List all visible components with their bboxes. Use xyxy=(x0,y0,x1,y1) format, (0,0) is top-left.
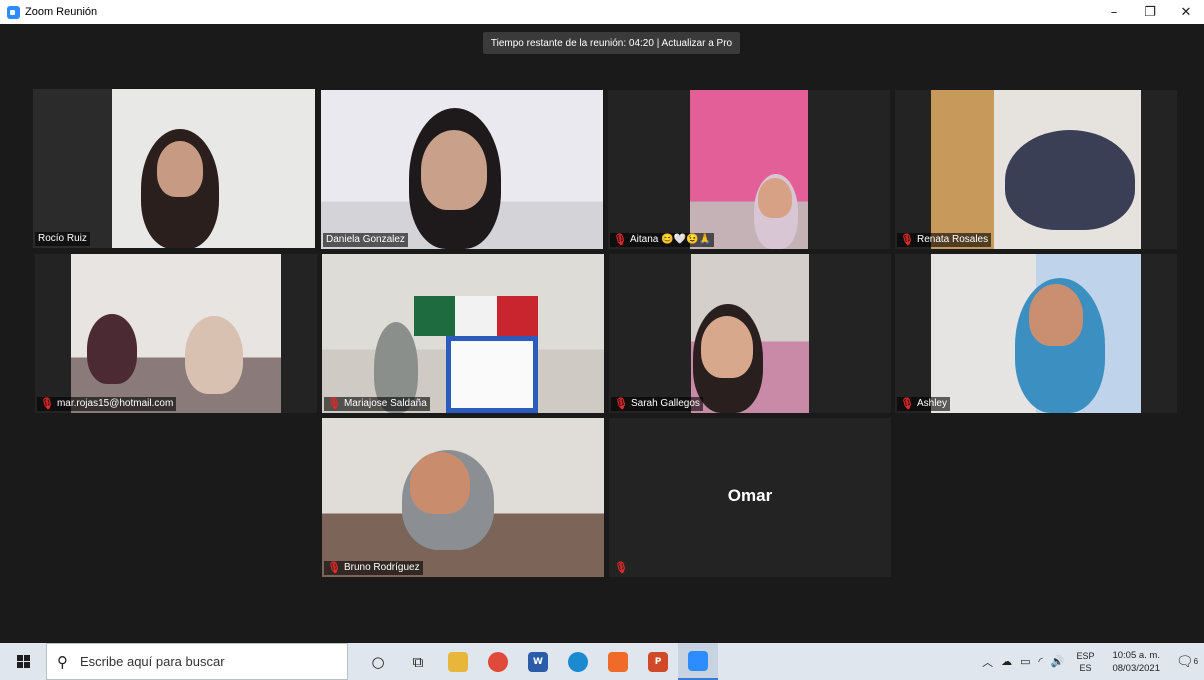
zoom-icon[interactable] xyxy=(678,643,718,680)
participant-face xyxy=(1029,284,1083,346)
language-indicator[interactable]: ESP ES xyxy=(1076,650,1094,674)
participant-face xyxy=(410,452,470,514)
participant-name-label: 🎙 mar.rojas15@hotmail.com xyxy=(37,397,177,411)
notification-icon: 🗨 xyxy=(1175,653,1194,669)
powerpoint-icon[interactable]: P xyxy=(638,643,678,680)
muted-mic-icon: 🎙 xyxy=(614,398,628,410)
notification-count: 6 xyxy=(1193,657,1199,666)
participant-name-label: Rocío Ruiz xyxy=(35,232,90,246)
participant-tile[interactable]: 🎙 Sarah Gallegos xyxy=(609,254,891,413)
participant-tile[interactable]: Rocío Ruiz xyxy=(33,89,315,248)
participant-video-off-name: Omar xyxy=(727,486,773,505)
taskbar-search[interactable]: ⚲ xyxy=(46,643,348,680)
title-bar: Zoom Reunión – ❐ ✕ xyxy=(0,0,1204,24)
onedrive-icon[interactable]: ☁ xyxy=(1001,655,1012,668)
taskbar-apps: ○ ⧉ W P xyxy=(358,643,718,680)
participant-name-label: Daniela Gonzalez xyxy=(323,233,408,247)
muted-mic-icon: 🎙 xyxy=(327,562,341,574)
participant-tile[interactable]: 🎙 Renata Rosales xyxy=(895,90,1177,249)
muted-mic-icon: 🎙 xyxy=(327,398,341,410)
window-controls: – ❐ ✕ xyxy=(1096,0,1204,24)
close-button[interactable]: ✕ xyxy=(1168,0,1204,24)
meeting-time-banner[interactable]: Tiempo restante de la reunión: 04:20 | A… xyxy=(483,32,740,54)
participant-name-label: 🎙 Mariajose Saldaña xyxy=(324,397,430,411)
participant-face xyxy=(758,178,792,218)
participant-name-label: 🎙 xyxy=(611,561,634,575)
edge-icon[interactable] xyxy=(558,643,598,680)
participant-tile[interactable]: 🎙 Mariajose Saldaña xyxy=(322,254,604,413)
mexico-flag xyxy=(414,296,538,336)
system-tray: ︿ ☁ ▭ ◜ 🔊 ESP ES 10:05 a. m. 08/03/2021 … xyxy=(978,643,1204,680)
notification-center-button[interactable]: 🗨 6 xyxy=(1170,643,1204,680)
zoom-window: Zoom Reunión – ❐ ✕ Tiempo restante de la… xyxy=(0,0,1204,680)
wifi-icon[interactable]: ◜ xyxy=(1038,655,1042,668)
participant-figure xyxy=(87,314,137,384)
participant-face xyxy=(701,316,753,378)
gallery-view: Tiempo restante de la reunión: 04:20 | A… xyxy=(6,24,1198,636)
participant-name-label: 🎙 Ashley xyxy=(897,397,950,411)
brave-icon[interactable] xyxy=(598,643,638,680)
minimize-button[interactable]: – xyxy=(1096,0,1132,24)
muted-mic-icon: 🎙 xyxy=(614,562,628,574)
windows-logo-icon xyxy=(16,655,30,668)
participant-name-label: 🎙 Bruno Rodríguez xyxy=(324,561,423,575)
muted-mic-icon: 🎙 xyxy=(900,398,914,410)
participant-figure xyxy=(185,316,243,394)
participant-tile[interactable]: Omar 🎙 xyxy=(609,418,891,577)
chevron-up-icon[interactable]: ︿ xyxy=(982,654,993,670)
participant-tile[interactable]: Daniela Gonzalez xyxy=(321,90,603,249)
word-icon[interactable]: W xyxy=(518,643,558,680)
muted-mic-icon: 🎙 xyxy=(40,398,54,410)
restore-button[interactable]: ❐ xyxy=(1132,0,1168,24)
zoom-app-icon xyxy=(7,5,20,19)
start-button[interactable] xyxy=(0,643,46,680)
participant-face xyxy=(421,130,487,210)
cortana-icon[interactable]: ○ xyxy=(358,643,398,680)
clock[interactable]: 10:05 a. m. 08/03/2021 xyxy=(1112,649,1160,675)
participant-name-label: 🎙 Sarah Gallegos xyxy=(611,397,703,411)
participant-name-label: 🎙 Renata Rosales xyxy=(897,233,992,247)
search-icon: ⚲ xyxy=(57,652,68,671)
muted-mic-icon: 🎙 xyxy=(613,234,627,246)
windows-taskbar: ⚲ ○ ⧉ W P ︿ ☁ ▭ ◜ 🔊 ESP ES 10:05 a. m. xyxy=(0,643,1204,680)
volume-icon[interactable]: 🔊 xyxy=(1051,655,1065,668)
participant-tile[interactable]: 🎙 Aitana 😊🤍😉🙏 xyxy=(608,90,890,249)
participant-tile[interactable]: 🎙 Ashley xyxy=(895,254,1177,413)
chrome-icon[interactable] xyxy=(478,643,518,680)
whiteboard xyxy=(446,336,538,413)
battery-icon[interactable]: ▭ xyxy=(1020,655,1030,668)
participant-tile[interactable]: 🎙 mar.rojas15@hotmail.com xyxy=(35,254,317,413)
participant-name-label: 🎙 Aitana 😊🤍😉🙏 xyxy=(610,233,714,247)
window-title: Zoom Reunión xyxy=(25,6,98,18)
muted-mic-icon: 🎙 xyxy=(900,234,914,246)
participant-tile[interactable]: 🎙 Bruno Rodríguez xyxy=(322,418,604,577)
task-view-icon[interactable]: ⧉ xyxy=(398,643,438,680)
participant-figure xyxy=(1005,130,1135,230)
search-input[interactable] xyxy=(80,654,320,669)
file-explorer-icon[interactable] xyxy=(438,643,478,680)
participant-face xyxy=(157,141,203,197)
